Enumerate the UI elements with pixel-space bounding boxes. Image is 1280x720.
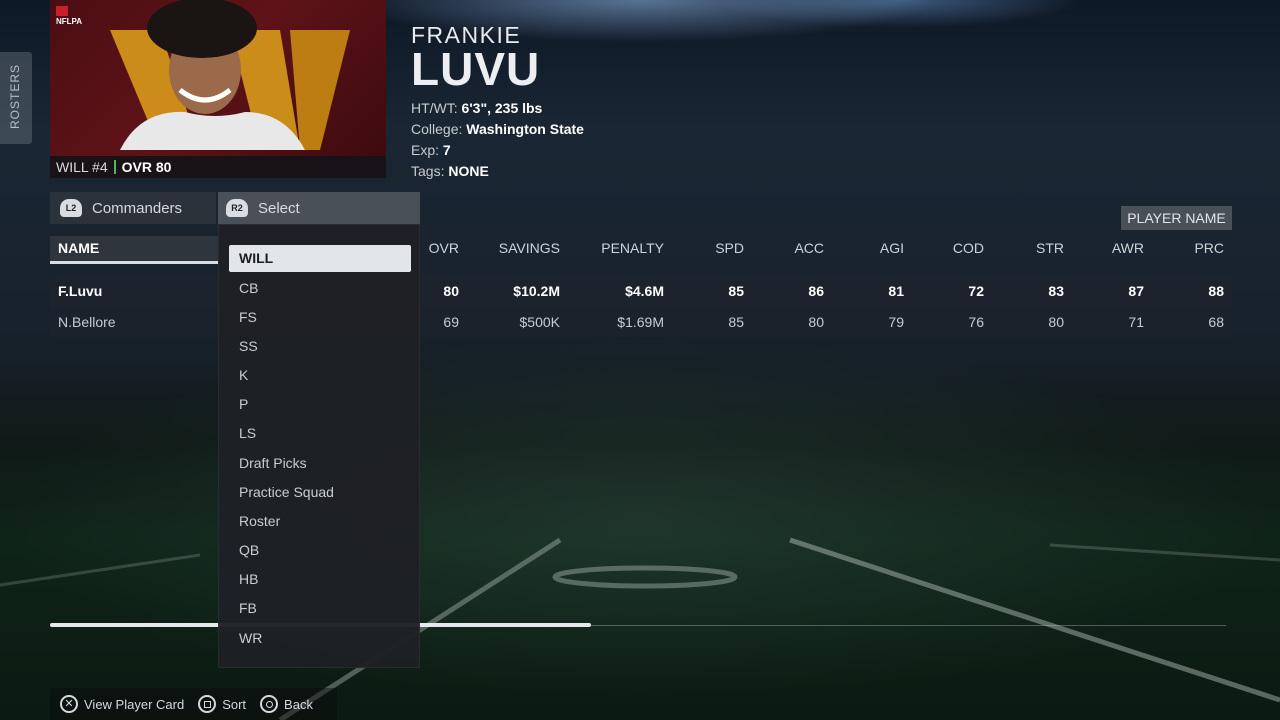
str-cell: 83 xyxy=(1048,283,1064,299)
sort-by-button[interactable]: PLAYER NAME xyxy=(1121,206,1232,230)
col-header-spd[interactable]: SPD xyxy=(715,240,744,256)
back-label: Back xyxy=(284,696,313,712)
dropdown-item-draft-picks[interactable]: Draft Picks xyxy=(229,450,411,477)
player-portrait xyxy=(110,0,350,150)
player-name-cell: F.Luvu xyxy=(58,283,103,299)
dropdown-item-wr[interactable]: WR xyxy=(229,625,411,652)
nflpa-logo: NFLPA xyxy=(56,6,82,26)
dropdown-item-hb[interactable]: HB xyxy=(229,566,411,593)
col-header-acc[interactable]: ACC xyxy=(794,240,824,256)
dropdown-item-qb[interactable]: QB xyxy=(229,537,411,564)
dropdown-item-ss[interactable]: SS xyxy=(229,333,411,360)
prc-cell: 88 xyxy=(1208,283,1224,299)
overall-rating: OVR 80 xyxy=(121,159,172,175)
view-player-card-hint[interactable]: ✕ View Player Card xyxy=(60,695,184,713)
cross-button-icon: ✕ xyxy=(60,695,78,713)
position-dropdown: WILL CB FS SS K P LS Draft Picks Practic… xyxy=(218,224,420,668)
dropdown-item-will[interactable]: WILL xyxy=(229,245,411,272)
team-filter-button[interactable]: L2 Commanders xyxy=(50,192,216,224)
dropdown-item-fb[interactable]: FB xyxy=(229,595,411,622)
card-footer: WILL #4 OVR 80 xyxy=(50,156,386,178)
spd-cell: 85 xyxy=(728,314,744,330)
awr-cell: 71 xyxy=(1128,314,1144,330)
tags: Tags: NONE xyxy=(411,163,489,179)
savings-cell: $10.2M xyxy=(513,283,560,299)
dropdown-item-k[interactable]: K xyxy=(229,362,411,389)
penalty-cell: $1.69M xyxy=(617,314,664,330)
col-header-prc[interactable]: PRC xyxy=(1194,240,1224,256)
col-header-awr[interactable]: AWR xyxy=(1112,240,1144,256)
college: College: Washington State xyxy=(411,121,584,137)
view-player-card-label: View Player Card xyxy=(84,696,185,712)
prc-cell: 68 xyxy=(1208,314,1224,330)
dropdown-item-p[interactable]: P xyxy=(229,391,411,418)
name-column-header[interactable]: NAME xyxy=(50,236,218,264)
col-header-ovr[interactable]: OVR xyxy=(429,240,459,256)
position-filter-button[interactable]: R2 Select xyxy=(218,192,420,224)
experience: Exp: 7 xyxy=(411,142,451,158)
str-cell: 80 xyxy=(1048,314,1064,330)
player-name-cell: N.Bellore xyxy=(58,314,116,330)
spd-cell: 85 xyxy=(728,283,744,299)
ovr-cell: 69 xyxy=(443,314,459,330)
col-header-penalty[interactable]: PENALTY xyxy=(601,240,664,256)
circle-button-icon xyxy=(260,695,279,713)
player-bio: FRANKIE LUVU HT/WT: 6'3", 235 lbs Colleg… xyxy=(411,22,584,179)
player-card: NFLPA WILL #4 OVR 80 xyxy=(50,0,386,178)
acc-cell: 80 xyxy=(808,314,824,330)
awr-cell: 87 xyxy=(1128,283,1144,299)
agi-cell: 79 xyxy=(888,314,904,330)
sort-hint[interactable]: Sort xyxy=(198,695,246,713)
col-header-cod[interactable]: COD xyxy=(953,240,984,256)
agi-cell: 81 xyxy=(888,283,904,299)
rosters-tab-label: Rosters xyxy=(8,64,22,130)
dropdown-item-practice-squad[interactable]: Practice Squad xyxy=(229,479,411,506)
cod-cell: 72 xyxy=(968,283,984,299)
height-weight: HT/WT: 6'3", 235 lbs xyxy=(411,100,543,116)
penalty-cell: $4.6M xyxy=(625,283,664,299)
col-header-str[interactable]: STR xyxy=(1036,240,1064,256)
l2-button-icon: L2 xyxy=(60,199,82,217)
square-button-icon xyxy=(198,695,217,713)
footer-button-hints: ✕ View Player Card Sort Back xyxy=(50,688,337,720)
col-header-savings[interactable]: SAVINGS xyxy=(499,240,560,256)
separator xyxy=(113,160,116,174)
team-filter-label: Commanders xyxy=(92,199,183,217)
cod-cell: 76 xyxy=(968,314,984,330)
dropdown-item-cb[interactable]: CB xyxy=(229,275,411,302)
rosters-side-tab[interactable]: Rosters xyxy=(0,52,32,144)
acc-cell: 86 xyxy=(808,283,824,299)
dropdown-item-ls[interactable]: LS xyxy=(229,420,411,447)
position-filter-label: Select xyxy=(258,199,300,217)
dropdown-item-fs[interactable]: FS xyxy=(229,304,411,331)
last-name: LUVU xyxy=(411,43,541,95)
dropdown-item-roster[interactable]: Roster xyxy=(229,508,411,535)
savings-cell: $500K xyxy=(519,314,560,330)
col-header-agi[interactable]: AGI xyxy=(880,240,904,256)
ovr-cell: 80 xyxy=(443,283,459,299)
sort-label: Sort xyxy=(222,696,247,712)
position-number: WILL #4 xyxy=(56,159,108,175)
r2-button-icon: R2 xyxy=(226,199,248,217)
back-hint[interactable]: Back xyxy=(260,695,313,713)
